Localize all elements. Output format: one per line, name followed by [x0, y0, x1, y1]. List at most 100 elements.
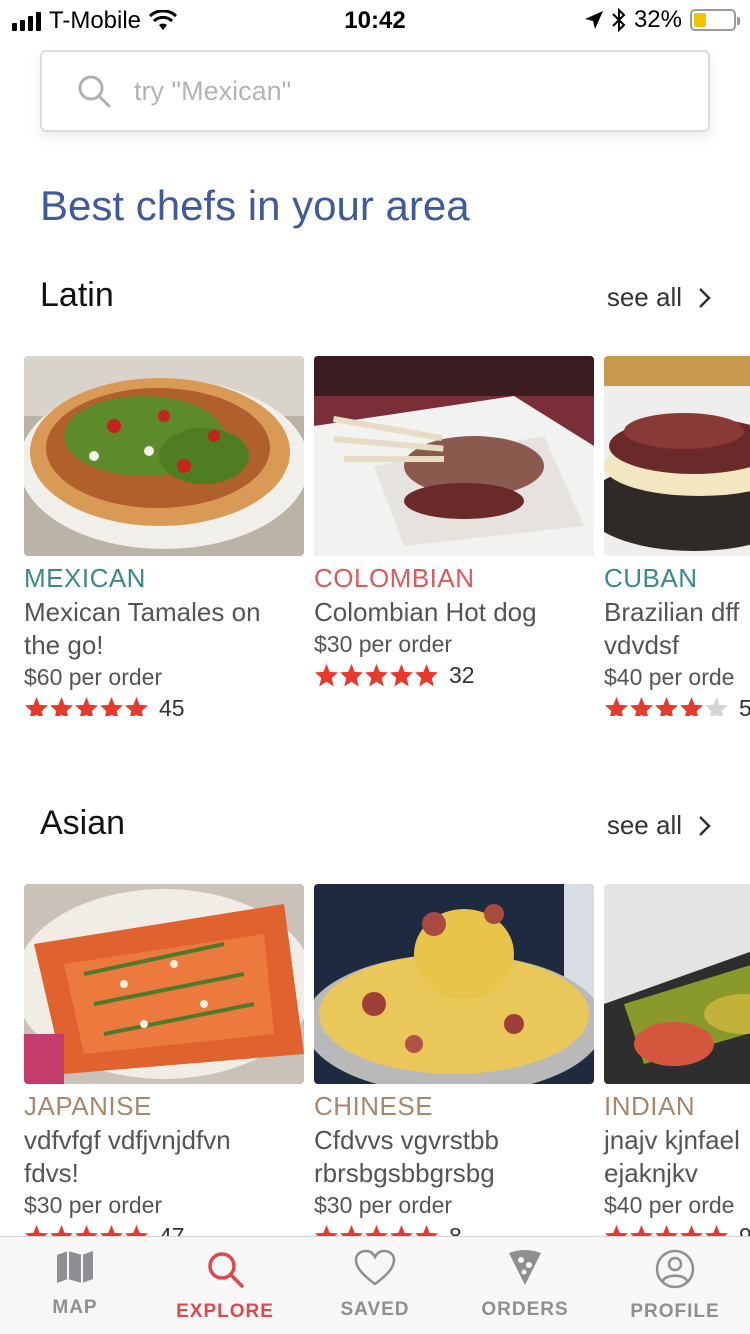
dish-card-mexican[interactable]: MEXICAN Mexican Tamales on the go! $60 p…	[24, 356, 304, 716]
star-filled-icon	[680, 697, 703, 716]
see-all-label: see all	[606, 810, 682, 840]
card-category: INDIAN	[604, 1091, 696, 1121]
search-input[interactable]	[134, 75, 674, 107]
card-dish-name[interactable]: Cfdvvs vgvrstbb rbrsbgsbbgrsbg	[314, 1124, 594, 1190]
card-dish-name[interactable]: Colombian Hot dog	[314, 596, 594, 629]
card-rating: 47	[24, 1223, 304, 1236]
rating-count: 8	[449, 1223, 462, 1236]
chevron-right-icon	[699, 815, 711, 836]
card-rating: 9	[604, 1223, 750, 1236]
star-filled-icon	[655, 697, 678, 716]
star-filled-icon	[365, 664, 388, 687]
tab-label: MAP	[52, 1297, 98, 1318]
page-headline: Best chefs in your area	[40, 182, 470, 229]
star-filled-icon	[315, 664, 338, 687]
card-rating: 32	[314, 662, 594, 689]
dish-image-sushi[interactable]	[604, 884, 750, 1084]
status-right: 32%	[584, 6, 740, 34]
search-bar[interactable]	[40, 50, 710, 132]
star-filled-icon	[415, 1225, 438, 1236]
star-filled-icon	[340, 1225, 363, 1236]
pizza-icon	[509, 1250, 541, 1285]
dish-card-japanise[interactable]: JAPANISE vdfvfgf vdfjvnjdfvn fdvs! $30 p…	[24, 884, 304, 1236]
dish-card-cuban[interactable]: CUBAN Brazilian dff vdvdsf $40 per orde …	[604, 356, 750, 716]
star-filled-icon	[340, 664, 363, 687]
star-filled-icon	[630, 1225, 653, 1236]
card-category: COLOMBIAN	[314, 563, 475, 593]
battery-icon	[690, 9, 740, 31]
star-filled-icon	[75, 697, 98, 716]
tab-orders[interactable]: ORDERS	[450, 1237, 600, 1334]
tab-map[interactable]: MAP	[0, 1237, 150, 1334]
see-all-label: see all	[606, 282, 682, 312]
star-filled-icon	[655, 1225, 678, 1236]
star-filled-icon	[50, 697, 73, 716]
tab-label: EXPLORE	[176, 1301, 274, 1322]
dish-image-mac-and-cheese[interactable]	[314, 884, 594, 1084]
card-category: MEXICAN	[24, 563, 146, 593]
dish-card-colombian[interactable]: COLOMBIAN Colombian Hot dog $30 per orde…	[314, 356, 594, 689]
tab-label: PROFILE	[630, 1301, 720, 1322]
dish-card-chinese[interactable]: CHINESE Cfdvvs vgvrstbb rbrsbgsbbgrsbg $…	[314, 884, 594, 1236]
star-filled-icon	[125, 697, 148, 716]
bottom-tab-bar: MAP EXPLORE SAVED ORDERS PROFILE	[0, 1236, 750, 1334]
card-dish-name[interactable]: jnajv kjnfael ejaknjkv	[604, 1124, 750, 1190]
bluetooth-icon	[612, 8, 626, 32]
star-filled-icon	[605, 697, 628, 716]
star-filled-icon	[605, 1225, 628, 1236]
dish-image-burger[interactable]	[604, 356, 750, 556]
star-filled-icon	[50, 1225, 73, 1236]
star-empty-icon	[705, 697, 728, 716]
card-row-asian[interactable]: JAPANISE vdfvfgf vdfjvnjdfvn fdvs! $30 p…	[24, 884, 750, 1236]
tab-saved[interactable]: SAVED	[300, 1237, 450, 1334]
card-row-latin[interactable]: MEXICAN Mexican Tamales on the go! $60 p…	[24, 356, 750, 716]
card-category: CUBAN	[604, 563, 698, 593]
battery-fill	[694, 13, 707, 27]
star-filled-icon	[315, 1225, 338, 1236]
rating-count: 9	[739, 1223, 750, 1236]
see-all-latin-button[interactable]: see all	[607, 282, 712, 313]
star-filled-icon	[125, 1225, 148, 1236]
rating-stars	[24, 1224, 149, 1236]
see-all-asian-button[interactable]: see all	[607, 810, 712, 841]
dish-image-pizza[interactable]	[24, 356, 304, 556]
card-rating: 45	[24, 695, 304, 716]
star-filled-icon	[390, 1225, 413, 1236]
status-bar: T-Mobile 10:42 32%	[0, 0, 750, 40]
location-arrow-icon	[584, 11, 603, 29]
dish-image-salmon[interactable]	[24, 884, 304, 1084]
tab-label: SAVED	[340, 1299, 410, 1320]
tab-profile[interactable]: PROFILE	[600, 1237, 750, 1334]
card-dish-name[interactable]: Mexican Tamales on the go!	[24, 596, 304, 662]
card-category: CHINESE	[314, 1091, 434, 1121]
rating-stars	[24, 696, 149, 716]
card-price: $60 per order	[24, 664, 163, 690]
star-filled-icon	[680, 1225, 703, 1236]
card-price: $30 per order	[314, 1192, 453, 1218]
star-filled-icon	[630, 697, 653, 716]
tab-label: ORDERS	[481, 1299, 569, 1320]
map-icon	[57, 1251, 93, 1283]
tab-explore[interactable]: EXPLORE	[150, 1237, 300, 1334]
section-title-asian: Asian	[40, 804, 126, 842]
rating-stars	[314, 663, 439, 688]
rating-stars	[604, 696, 729, 716]
star-filled-icon	[705, 1225, 728, 1236]
dish-image-lamb[interactable]	[314, 356, 594, 556]
star-filled-icon	[415, 664, 438, 687]
battery-percent: 32%	[633, 6, 682, 33]
card-price: $40 per orde	[604, 664, 735, 690]
card-rating: 5	[604, 695, 750, 716]
card-category: JAPANISE	[24, 1091, 152, 1121]
star-filled-icon	[390, 664, 413, 687]
star-filled-icon	[100, 697, 123, 716]
dish-card-indian[interactable]: INDIAN jnajv kjnfael ejaknjkv $40 per or…	[604, 884, 750, 1236]
section-title-latin: Latin	[40, 276, 114, 314]
star-filled-icon	[100, 1225, 123, 1236]
search-icon	[208, 1252, 244, 1288]
star-filled-icon	[25, 697, 48, 716]
card-price: $30 per order	[24, 1192, 163, 1218]
card-dish-name[interactable]: Brazilian dff vdvdsf	[604, 596, 750, 662]
card-dish-name[interactable]: vdfvfgf vdfjvnjdfvn fdvs!	[24, 1124, 304, 1190]
star-filled-icon	[75, 1225, 98, 1236]
